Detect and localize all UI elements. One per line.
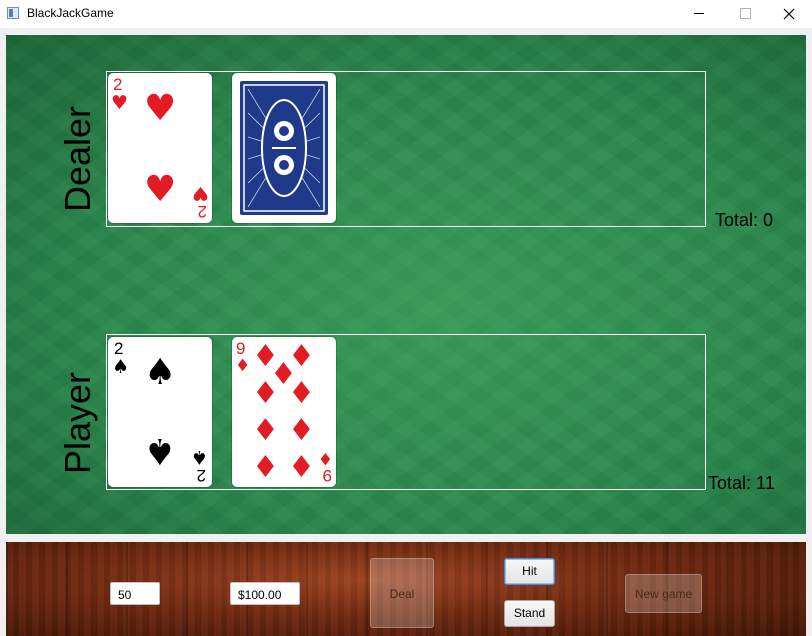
svg-text:♠: ♠ — [112, 356, 129, 378]
svg-text:♦: ♦ — [252, 450, 279, 485]
bet-input[interactable]: 50 — [110, 582, 160, 605]
minimize-button[interactable] — [676, 0, 722, 28]
new-game-button[interactable]: New game — [625, 574, 702, 613]
svg-text:♦: ♦ — [235, 356, 250, 376]
svg-text:♦: ♦ — [318, 448, 333, 468]
dealer-total: Total: 0 — [715, 210, 774, 230]
svg-text:♥: ♥ — [111, 92, 128, 114]
svg-text:♦: ♦ — [288, 450, 315, 485]
deal-button[interactable]: Deal — [370, 558, 434, 628]
close-button[interactable] — [766, 0, 812, 28]
dealer-label: Dealer — [57, 105, 98, 212]
stand-button[interactable]: Stand — [504, 600, 555, 627]
svg-text:♦: ♦ — [288, 413, 315, 448]
svg-text:♥: ♥ — [144, 169, 176, 210]
title-bar: BlackJackGame — [0, 0, 812, 28]
player-card-2: 9 ♦ ♦ ♦ ♦ ♦ ♦ ♦ ♦ ♦ ♦ 9 ♦ — [232, 337, 336, 487]
svg-text:♠: ♠ — [144, 430, 176, 471]
app-window-icon — [7, 7, 19, 19]
diamond-icon: ♦ ♦ ♦ ♦ ♦ ♦ ♦ ♦ ♦ — [252, 339, 315, 485]
heart-icon: ♥ — [144, 88, 176, 129]
dealer-card-face-down — [232, 73, 336, 223]
player-label: Player — [57, 371, 98, 474]
svg-text:♥: ♥ — [192, 182, 209, 204]
maximize-button[interactable] — [722, 0, 768, 28]
hit-button[interactable]: Hit — [504, 558, 555, 585]
dealer-card-1: 2 ♥ ♥ ♥ 2 ♥ — [108, 73, 212, 223]
bank-balance-field[interactable]: $100.00 — [230, 582, 300, 605]
close-icon — [783, 8, 795, 20]
player-total: Total: 11 — [708, 473, 775, 493]
svg-text:♦: ♦ — [252, 413, 279, 448]
window-title: BlackJackGame — [27, 6, 114, 20]
svg-text:♠: ♠ — [191, 446, 208, 468]
player-card-1: 2 ♠ ♠ ♠ 2 ♠ — [108, 337, 212, 487]
svg-text:♦: ♦ — [270, 357, 297, 392]
spade-icon: ♠ — [144, 352, 176, 393]
